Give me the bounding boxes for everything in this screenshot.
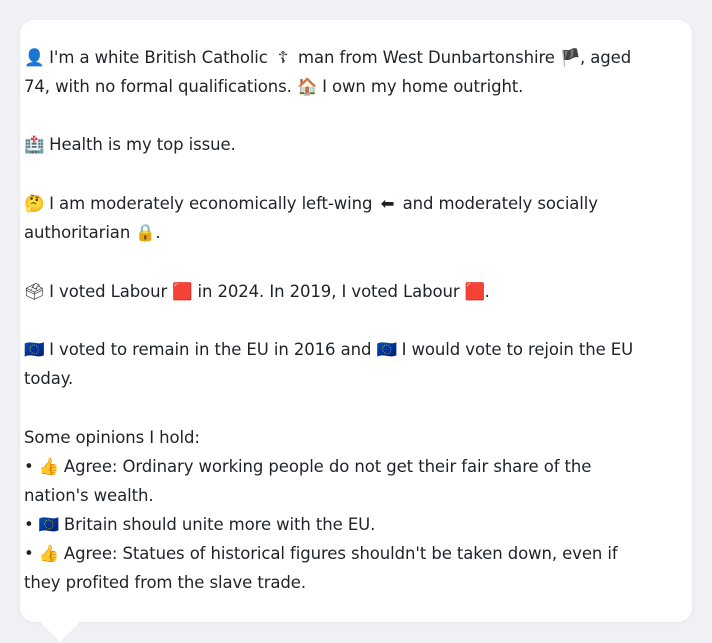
red-square-icon: 🟥 <box>464 282 486 301</box>
house-icon: 🏠 <box>296 77 318 96</box>
opinion-text: Britain should unite more with the EU. <box>58 515 376 534</box>
list-item: • 🇪🇺 Britain should unite more with the … <box>24 510 648 539</box>
hospital-icon: 🏥 <box>24 135 45 154</box>
eu-text-a: I voted to remain in the EU in 2016 and <box>44 340 377 359</box>
ideology-paragraph: 🤔 I am moderately economically left-wing… <box>24 189 648 247</box>
person-icon: 👤 <box>24 48 45 67</box>
cross-icon: ☦ <box>277 48 289 67</box>
intro-text-a: I'm a white British Catholic <box>44 48 273 67</box>
bullet: • <box>24 515 39 534</box>
left-arrow-icon: ⬅ <box>380 194 395 213</box>
lock-icon: 🔒 <box>135 223 156 242</box>
speech-bubble-tail <box>40 622 80 642</box>
opinions-list: • 👍 Agree: Ordinary working people do no… <box>24 452 648 597</box>
eu-paragraph: 🇪🇺 I voted to remain in the EU in 2016 a… <box>24 335 648 393</box>
intro-text-b: man from West Dunbartonshire <box>292 48 560 67</box>
votes-text-b: in 2024. In 2019, I voted Labour <box>192 282 465 301</box>
list-item: • 👍 Agree: Statues of historical figures… <box>24 539 648 597</box>
opinion-text: Agree: Statues of historical figures sho… <box>24 544 618 592</box>
intro-paragraph: 👤 I'm a white British Catholic ☦ man fro… <box>24 43 648 101</box>
list-item: • 👍 Agree: Ordinary working people do no… <box>24 452 648 510</box>
eu-flag-icon: 🇪🇺 <box>376 340 397 359</box>
votes-text-c: . <box>484 282 490 301</box>
votes-paragraph: 🗳 I voted Labour 🟥 in 2024. In 2019, I v… <box>24 277 648 306</box>
issue-paragraph: 🏥 Health is my top issue. <box>24 130 648 159</box>
thumbs-up-icon: 👍 <box>38 544 60 563</box>
ideology-text-c: . <box>155 223 161 242</box>
opinion-text: Agree: Ordinary working people do not ge… <box>24 457 592 505</box>
ballot-box-icon: 🗳 <box>24 282 45 301</box>
bullet: • <box>24 544 39 563</box>
bullet: • <box>24 457 39 476</box>
red-square-icon: 🟥 <box>172 282 193 301</box>
thumbs-up-icon: 👍 <box>38 457 60 476</box>
eu-flag-icon: 🇪🇺 <box>24 340 45 359</box>
ideology-text-a: I am moderately economically left-wing <box>44 194 378 213</box>
scotland-flag-icon: 🏴 <box>559 48 581 67</box>
issue-text: Health is my top issue. <box>44 135 236 154</box>
intro-text-d: I own my home outright. <box>316 77 524 96</box>
opinions-heading: Some opinions I hold: <box>24 428 200 447</box>
eu-flag-icon: 🇪🇺 <box>38 515 60 534</box>
thinking-face-icon: 🤔 <box>24 194 45 213</box>
votes-text-a: I voted Labour <box>44 282 173 301</box>
